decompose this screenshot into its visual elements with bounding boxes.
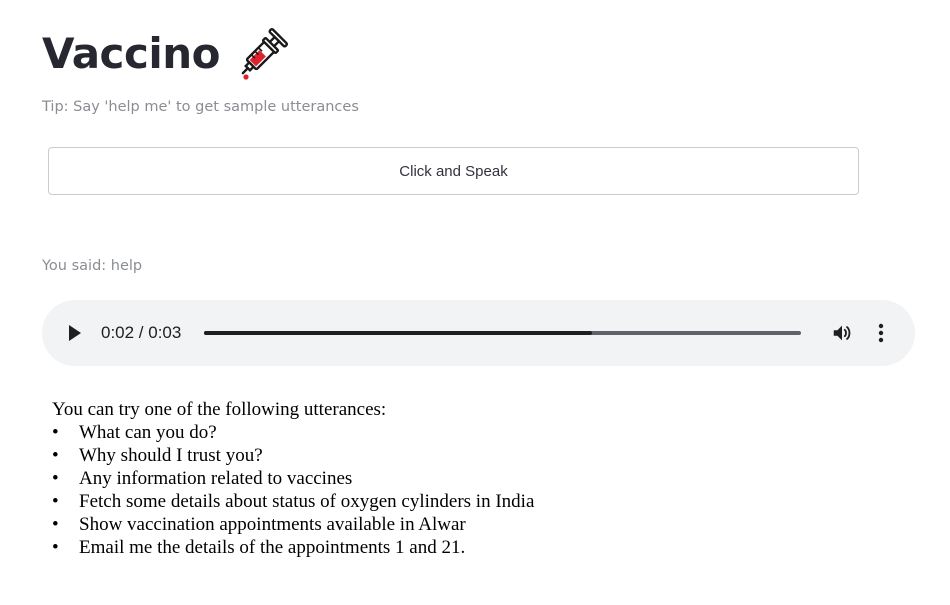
click-and-speak-button[interactable]: Click and Speak [48, 147, 859, 195]
audio-progress-bar[interactable] [204, 331, 801, 335]
audio-player: 0:02 / 0:03 [42, 300, 915, 366]
bullet: • [52, 537, 59, 558]
utterance-text: What can you do? [79, 422, 217, 443]
utterance-text: Email me the details of the appointments… [79, 537, 466, 558]
list-item: • Fetch some details about status of oxyg… [52, 490, 534, 513]
list-item: • Why should I trust you? [52, 444, 534, 467]
play-icon[interactable] [66, 324, 84, 342]
tip-text: Tip: Say 'help me' to get sample utteran… [42, 99, 359, 115]
syringe-icon [241, 27, 289, 80]
utterance-text: Fetch some details about status of oxyge… [79, 491, 535, 512]
bullet: • [52, 422, 59, 443]
page-title: Vaccino [42, 29, 221, 78]
list-item: • Show vaccination appointments available… [52, 513, 534, 536]
bullet: • [52, 445, 59, 466]
audio-progress-fill [204, 331, 593, 335]
volume-icon[interactable] [831, 322, 853, 344]
list-item: • What can you do? [52, 421, 534, 444]
list-item: • Any information related to vaccines [52, 467, 534, 490]
bullet: • [52, 514, 59, 535]
utterance-text: Why should I trust you? [79, 445, 263, 466]
utterances-intro: You can try one of the following utteran… [52, 399, 387, 420]
bullet: • [52, 491, 59, 512]
audio-time: 0:02 / 0:03 [101, 323, 182, 342]
utterance-text: Any information related to vaccines [79, 468, 353, 489]
more-options-icon[interactable] [874, 322, 888, 344]
transcript-text: You said: help [42, 258, 143, 274]
page-header: Vaccino [42, 26, 290, 82]
list-item: • Email me the details of the appointment… [52, 536, 534, 559]
utterances-list: • What can you do? • Why should I trust yo… [52, 421, 534, 559]
utterance-text: Show vaccination appointments available … [79, 514, 466, 535]
utterances-block: You can try one of the following utteran… [52, 398, 534, 559]
bullet: • [52, 468, 59, 489]
